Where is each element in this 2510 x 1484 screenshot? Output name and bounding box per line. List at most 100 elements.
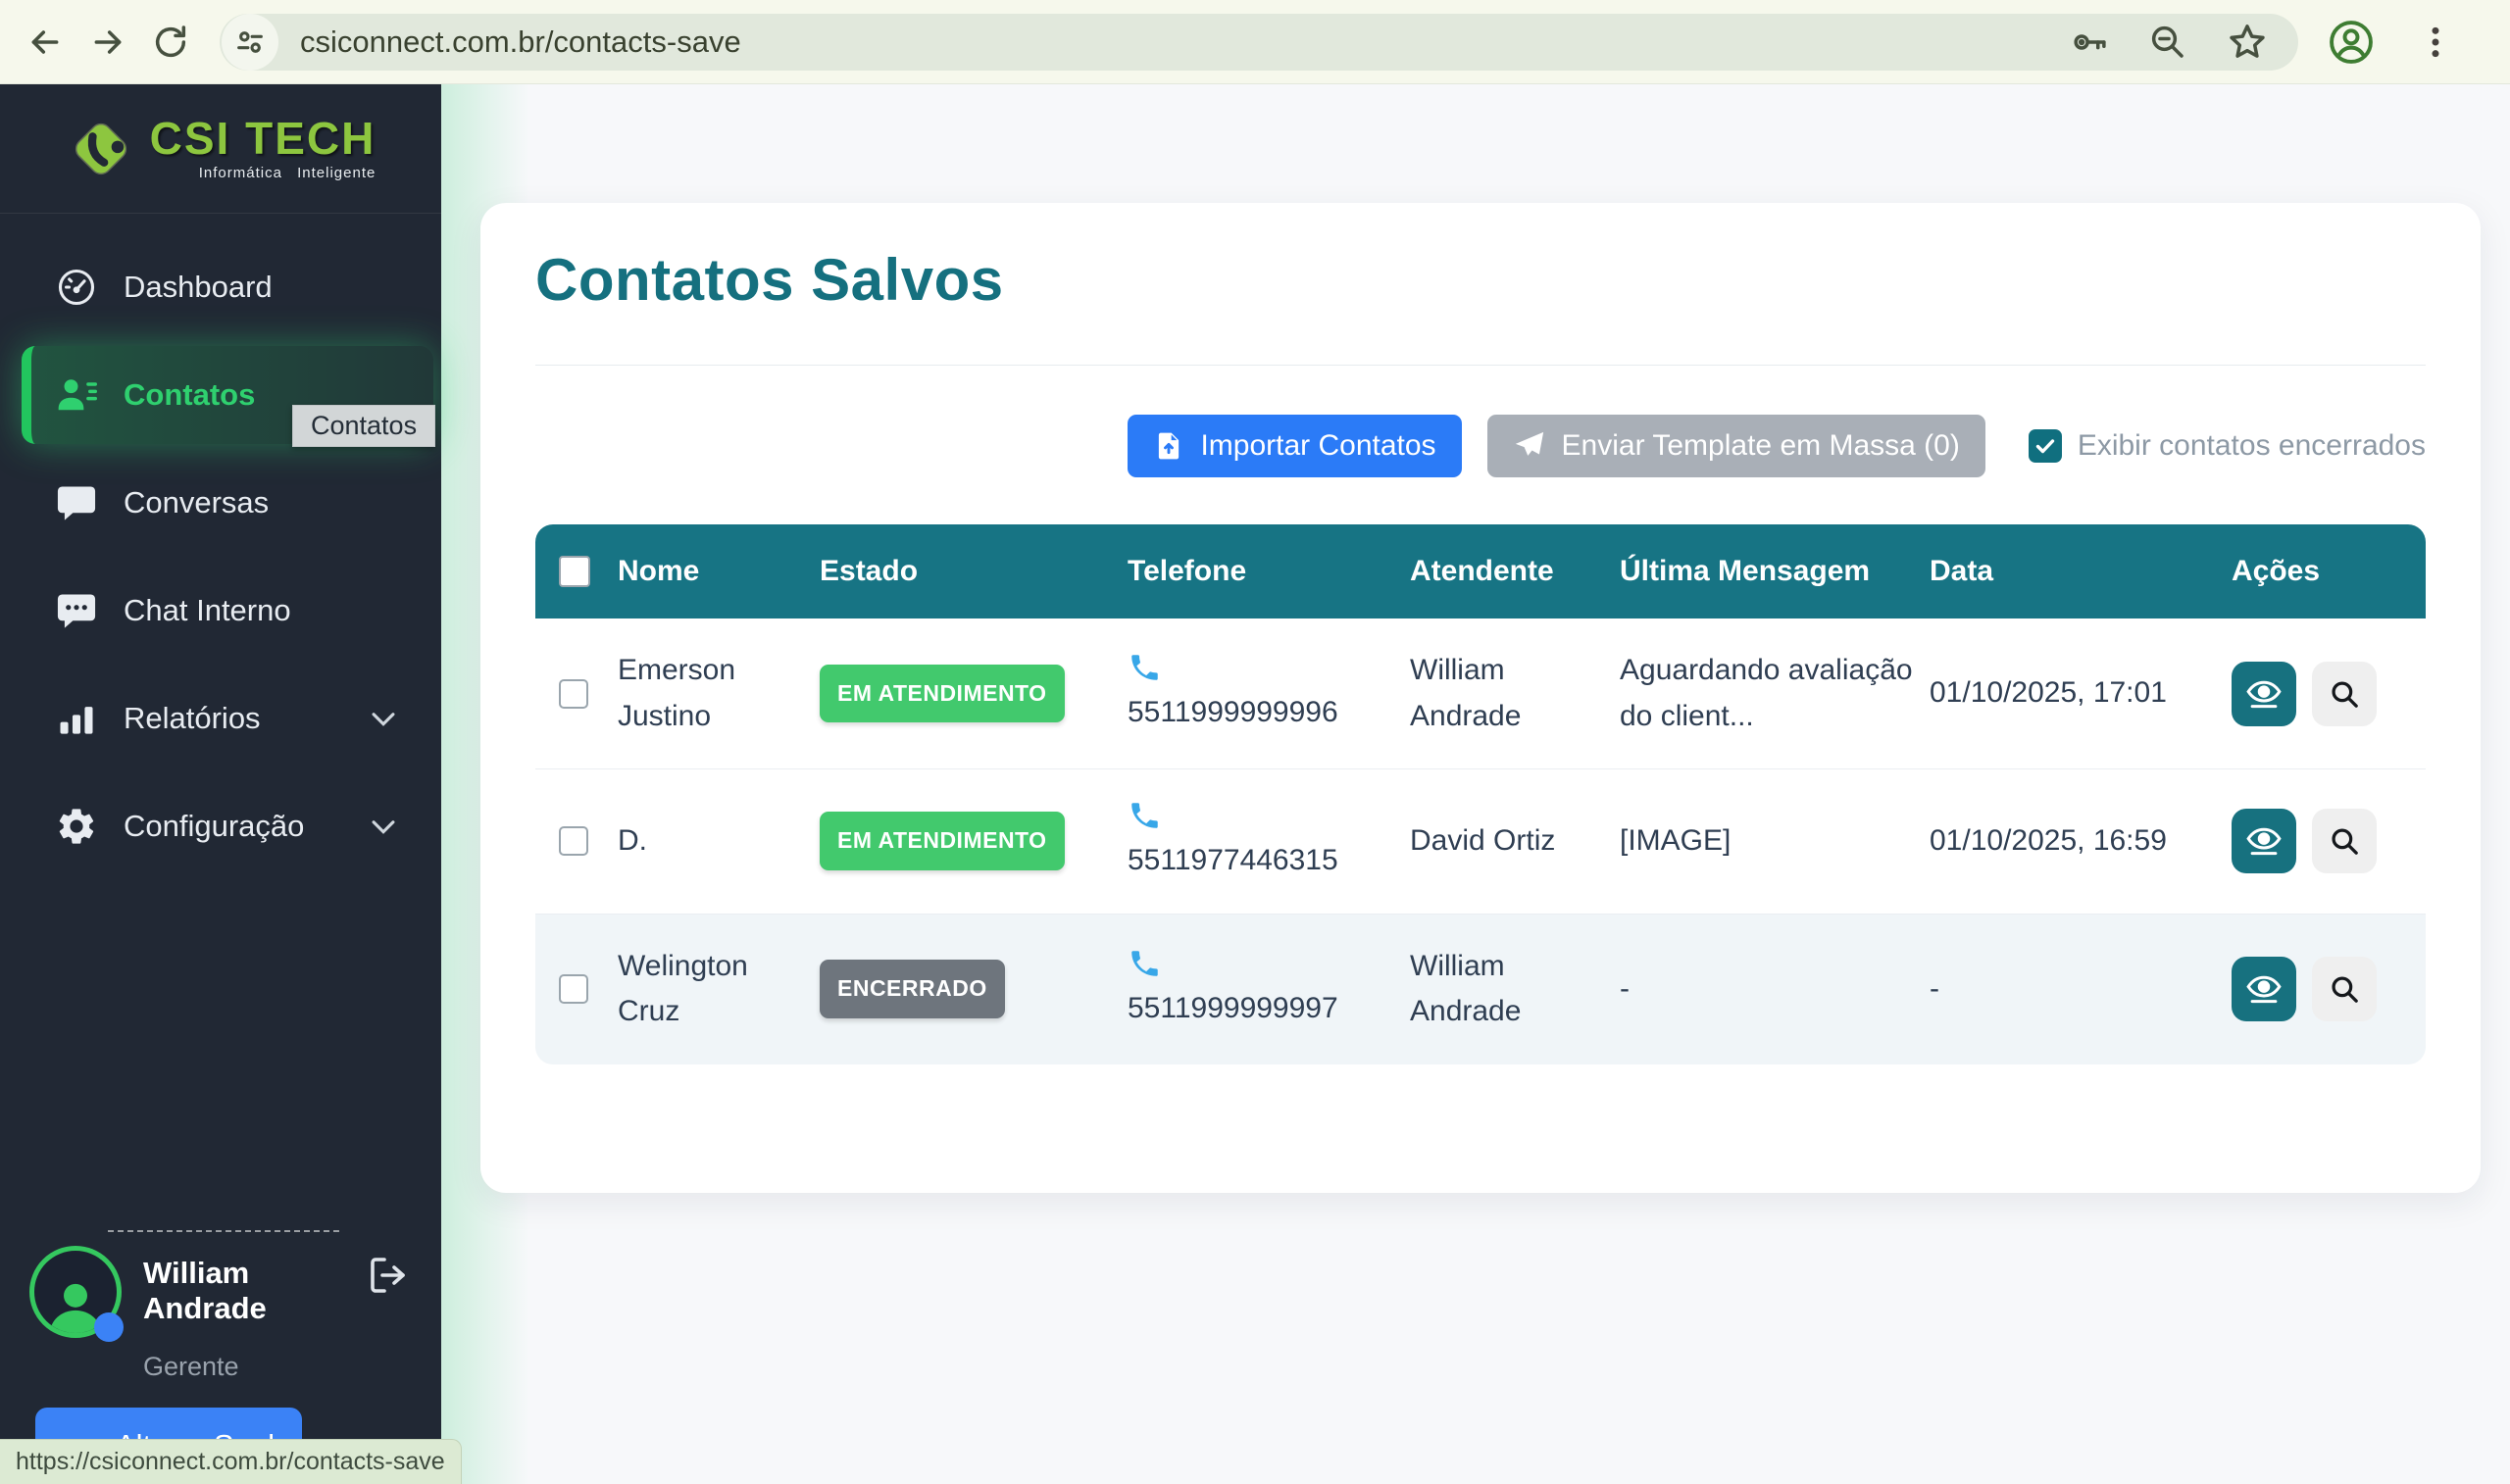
chevron-down-icon bbox=[367, 702, 400, 735]
sidebar-item-label: Chat Interno bbox=[124, 593, 291, 628]
contact-agent: William Andrade bbox=[1410, 618, 1620, 769]
contact-phone: 5511977446315 bbox=[1128, 838, 1400, 884]
status-badge: EM ATENDIMENTO bbox=[820, 812, 1065, 870]
import-contacts-button[interactable]: Importar Contatos bbox=[1128, 415, 1461, 477]
sidebar-item-configuracao[interactable]: Configuração bbox=[22, 794, 433, 859]
link-status-bar: https://csiconnect.com.br/contacts-save bbox=[0, 1439, 462, 1484]
bookmark-star-icon[interactable] bbox=[2226, 21, 2269, 64]
sidebar-item-label: Relatórios bbox=[124, 701, 261, 736]
forward-arrow-icon bbox=[88, 23, 127, 62]
avatar bbox=[29, 1246, 122, 1338]
user-name: William Andrade bbox=[143, 1256, 365, 1326]
search-contact-button[interactable] bbox=[2312, 809, 2377, 873]
contact-agent: William Andrade bbox=[1410, 914, 1620, 1064]
url-text[interactable]: csiconnect.com.br/contacts-save bbox=[300, 25, 2069, 60]
address-bar[interactable]: csiconnect.com.br/contacts-save bbox=[220, 14, 2298, 71]
chat-bubble-icon bbox=[55, 480, 98, 525]
message-date: 01/10/2025, 17:01 bbox=[1930, 618, 2232, 769]
contacts-icon bbox=[55, 371, 98, 419]
col-header-data: Data bbox=[1930, 524, 2232, 618]
show-closed-checkbox[interactable] bbox=[2029, 429, 2062, 463]
logo-subtitle: Informática Inteligente bbox=[199, 165, 376, 181]
sidebar-item-label: Dashboard bbox=[124, 270, 273, 305]
contact-agent: David Ortiz bbox=[1410, 769, 1620, 915]
title-divider bbox=[535, 365, 2426, 366]
forward-button[interactable] bbox=[76, 11, 139, 74]
bulk-template-button[interactable]: Enviar Template em Massa (0) bbox=[1487, 415, 1985, 477]
show-closed-toggle[interactable]: Exibir contatos encerrados bbox=[2029, 429, 2426, 463]
chevron-down-icon bbox=[367, 810, 400, 843]
back-arrow-icon bbox=[25, 23, 65, 62]
gear-icon bbox=[55, 805, 98, 848]
reload-icon bbox=[151, 23, 190, 62]
view-contact-button[interactable] bbox=[2232, 809, 2296, 873]
kebab-menu-icon[interactable] bbox=[2416, 23, 2455, 62]
paper-plane-icon bbox=[1513, 429, 1546, 463]
message-date: - bbox=[1930, 914, 2232, 1064]
file-import-icon bbox=[1153, 430, 1184, 462]
search-contact-button[interactable] bbox=[2312, 957, 2377, 1021]
eye-icon bbox=[2245, 972, 2283, 1006]
sidebar-item-label: Conversas bbox=[124, 485, 269, 520]
view-contact-button[interactable] bbox=[2232, 957, 2296, 1021]
status-badge: ENCERRADO bbox=[820, 960, 1005, 1018]
col-header-acoes: Ações bbox=[2232, 524, 2426, 618]
row-checkbox[interactable] bbox=[559, 826, 588, 856]
site-settings-icon bbox=[233, 25, 267, 59]
col-header-ultima-mensagem: Última Mensagem bbox=[1620, 524, 1930, 618]
row-checkbox[interactable] bbox=[559, 679, 588, 709]
magnifier-icon bbox=[2328, 972, 2361, 1006]
csi-logo-icon bbox=[66, 114, 136, 184]
sidebar-nav: Dashboard Contatos Conversas Chat Intern… bbox=[0, 255, 441, 902]
show-closed-label: Exibir contatos encerrados bbox=[2078, 429, 2426, 463]
table-header-row: Nome Estado Telefone Atendente Última Me… bbox=[535, 524, 2426, 618]
table-row: Emerson Justino EM ATENDIMENTO 551199999… bbox=[535, 618, 2426, 769]
sidebar-item-chat-interno[interactable]: Chat Interno bbox=[22, 578, 433, 643]
last-message: Aguardando avaliação do client... bbox=[1620, 618, 1930, 769]
col-header-telefone: Telefone bbox=[1128, 524, 1410, 618]
status-url: https://csiconnect.com.br/contacts-save bbox=[16, 1448, 445, 1476]
check-icon bbox=[2033, 434, 2057, 458]
phone-icon bbox=[1128, 651, 1161, 684]
sidebar-item-label: Configuração bbox=[124, 809, 304, 844]
phone-icon bbox=[1128, 947, 1161, 980]
import-contacts-label: Importar Contatos bbox=[1200, 429, 1435, 463]
zoom-out-icon[interactable] bbox=[2147, 22, 2188, 63]
online-status-dot bbox=[94, 1312, 124, 1342]
col-header-atendente: Atendente bbox=[1410, 524, 1620, 618]
bar-chart-icon bbox=[55, 697, 98, 740]
row-checkbox[interactable] bbox=[559, 974, 588, 1004]
sidebar-item-dashboard[interactable]: Dashboard bbox=[22, 255, 433, 320]
message-date: 01/10/2025, 16:59 bbox=[1930, 769, 2232, 915]
gauge-icon bbox=[55, 265, 98, 310]
logo-title: CSI TECH bbox=[150, 116, 376, 161]
contact-phone: 5511999999996 bbox=[1128, 690, 1400, 736]
main-area: Contatos Salvos Importar Contatos Enviar… bbox=[441, 84, 2510, 1484]
sidebar-item-relatorios[interactable]: Relatórios bbox=[22, 686, 433, 751]
bulk-template-label: Enviar Template em Massa (0) bbox=[1562, 429, 1960, 463]
logo: CSI TECH Informática Inteligente bbox=[0, 84, 441, 214]
logout-button[interactable] bbox=[365, 1246, 412, 1304]
select-all-checkbox[interactable] bbox=[559, 556, 590, 587]
contact-phone: 5511999999997 bbox=[1128, 986, 1400, 1032]
profile-icon[interactable] bbox=[2326, 17, 2377, 68]
back-button[interactable] bbox=[14, 11, 76, 74]
search-contact-button[interactable] bbox=[2312, 662, 2377, 726]
contacts-card: Contatos Salvos Importar Contatos Enviar… bbox=[480, 203, 2481, 1193]
contacts-table: Nome Estado Telefone Atendente Última Me… bbox=[535, 524, 2426, 1064]
phone-icon bbox=[1128, 799, 1161, 832]
contatos-tooltip: Contatos bbox=[292, 405, 435, 447]
user-role: Gerente bbox=[143, 1352, 365, 1382]
browser-toolbar: csiconnect.com.br/contacts-save bbox=[0, 0, 2510, 84]
site-settings-button[interactable] bbox=[222, 14, 278, 71]
password-key-icon[interactable] bbox=[2069, 22, 2110, 63]
sidebar-item-label: Contatos bbox=[124, 377, 255, 413]
table-row: Welington Cruz ENCERRADO 5511999999997 W… bbox=[535, 914, 2426, 1064]
table-row: D. EM ATENDIMENTO 5511977446315 David Or… bbox=[535, 769, 2426, 915]
reload-button[interactable] bbox=[139, 11, 202, 74]
contact-name: D. bbox=[618, 769, 820, 915]
view-contact-button[interactable] bbox=[2232, 662, 2296, 726]
last-message: - bbox=[1620, 914, 1930, 1064]
status-badge: EM ATENDIMENTO bbox=[820, 665, 1065, 723]
sidebar-item-conversas[interactable]: Conversas bbox=[22, 470, 433, 535]
